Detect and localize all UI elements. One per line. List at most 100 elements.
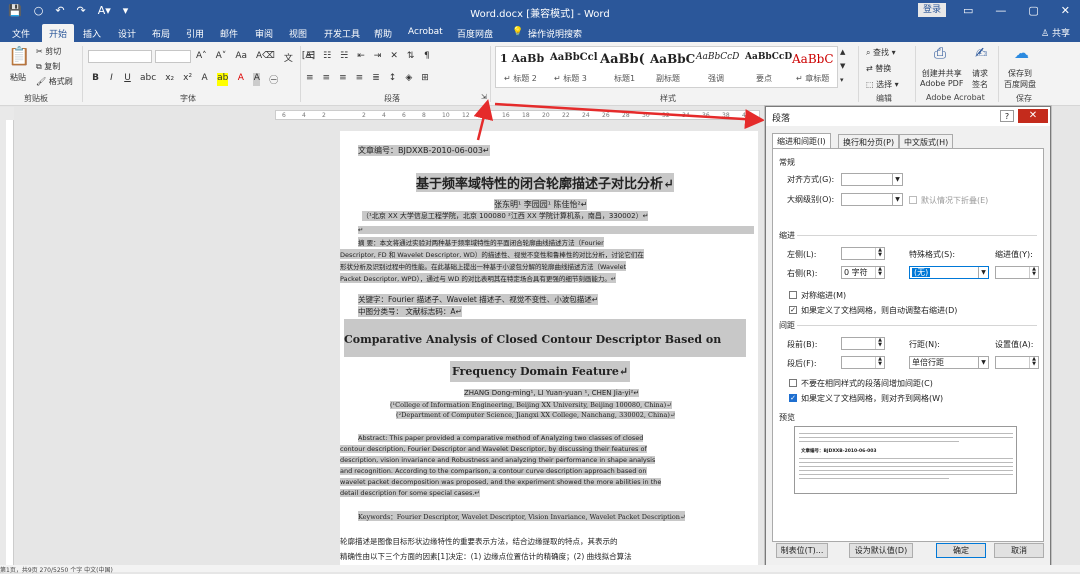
paste-icon[interactable]: 📋	[8, 46, 30, 67]
alignment-select[interactable]: ▼	[841, 173, 903, 186]
replace-button[interactable]: ⇄ 替换	[866, 63, 891, 74]
tab-home[interactable]: 开始	[42, 24, 75, 42]
highlight-icon[interactable]: ab	[217, 73, 229, 86]
request-sign-icon[interactable]: ✍	[975, 44, 988, 62]
auto-adjust-checkbox[interactable]: ✓	[789, 306, 797, 314]
spacing-at-input[interactable]: ▲ ▼	[995, 356, 1039, 369]
enclose-char-icon[interactable]: ㊀	[269, 73, 278, 86]
dialog-close-icon[interactable]: ✕	[1018, 109, 1048, 123]
indent-value-input[interactable]: ▲ ▼	[995, 266, 1039, 279]
document-page[interactable]: 文章编号：BJDXXB-2010-06-003↵ 基于频率域特性的闭合轮廓描述子…	[340, 131, 758, 571]
show-marks-icon[interactable]: ¶	[423, 51, 430, 61]
style-sample-emphasis[interactable]: AaBbCcD	[696, 52, 739, 62]
ok-button[interactable]: 确定	[936, 543, 986, 558]
special-format-select[interactable]: (无) ▼	[909, 266, 989, 279]
clear-format-icon[interactable]: A⌫	[256, 51, 275, 64]
distribute-icon[interactable]: ≣	[372, 73, 380, 83]
change-case-icon[interactable]: Aa	[235, 51, 247, 64]
login-button[interactable]: 登录	[918, 3, 946, 17]
right-indent-input[interactable]: 0 字符 ▲ ▼	[841, 266, 885, 279]
paragraph-launcher-icon[interactable]: ⇲	[481, 93, 487, 101]
create-pdf-button[interactable]: 创建并共享 Adobe PDF	[920, 68, 963, 88]
justify-icon[interactable]: ≡	[356, 73, 364, 83]
cancel-button[interactable]: 取消	[994, 543, 1044, 558]
font-size-input[interactable]	[155, 50, 191, 63]
line-spacing-icon[interactable]: ↕	[389, 73, 397, 83]
tab-insert[interactable]: 插入	[83, 27, 101, 40]
format-painter-button[interactable]: 🖌 格式刷	[36, 76, 73, 87]
spinner-icon[interactable]: ▲ ▼	[875, 248, 884, 259]
collapse-default-checkbox[interactable]	[909, 196, 917, 204]
tab-mailings[interactable]: 邮件	[220, 27, 238, 40]
grow-font-icon[interactable]: A˄	[196, 51, 207, 64]
mirror-indent-checkbox[interactable]	[789, 291, 797, 299]
styles-scroll-down-icon[interactable]: ▼	[840, 62, 845, 70]
tab-design[interactable]: 设计	[118, 27, 136, 40]
align-right-icon[interactable]: ≡	[339, 73, 347, 83]
chinese-layout-icon[interactable]: ✕	[390, 51, 398, 61]
tab-references[interactable]: 引用	[186, 27, 204, 40]
align-left-icon[interactable]: ≡	[306, 73, 314, 83]
subscript-icon[interactable]: x₂	[165, 73, 174, 86]
tab-help[interactable]: 帮助	[374, 27, 392, 40]
style-sample-subtitle[interactable]: AaBbC	[650, 52, 695, 66]
borders-icon[interactable]: ⊞	[421, 73, 429, 83]
phonetic-icon[interactable]: 文	[284, 51, 293, 64]
ribbon-display-icon[interactable]: ▭	[963, 4, 973, 17]
help-icon[interactable]: ?	[1000, 110, 1014, 122]
spinner-icon[interactable]: ▲ ▼	[875, 357, 884, 368]
line-spacing-select[interactable]: 单倍行距 ▼	[909, 356, 989, 369]
tab-developer[interactable]: 开发工具	[324, 27, 360, 40]
spinner-icon[interactable]: ▲ ▼	[1029, 267, 1038, 278]
set-default-button[interactable]: 设为默认值(D)	[849, 543, 913, 558]
tab-file[interactable]: 文件	[12, 27, 30, 40]
copy-button[interactable]: ⧉ 复制	[36, 61, 60, 72]
shrink-font-icon[interactable]: A˅	[216, 51, 227, 64]
left-indent-input[interactable]: ▲ ▼	[841, 247, 885, 260]
tab-acrobat[interactable]: Acrobat	[408, 27, 443, 37]
minimize-icon[interactable]: —	[995, 4, 1006, 17]
align-center-icon[interactable]: ≡	[323, 73, 331, 83]
find-button[interactable]: ⌕ 查找 ▾	[866, 47, 896, 58]
horizontal-ruler[interactable]: 6 4 2 2 4 6 8 10 12 14 16 18 20 22 24 26 28 30 32 34 36 38 40	[275, 110, 760, 120]
text-effects-icon[interactable]: A	[201, 73, 208, 86]
bold-icon[interactable]: B	[92, 73, 99, 86]
spinner-icon[interactable]: ▲ ▼	[875, 338, 884, 349]
space-before-input[interactable]: ▲ ▼	[841, 337, 885, 350]
shading-icon[interactable]: ◈	[405, 73, 412, 83]
create-pdf-icon[interactable]: ⎙	[934, 44, 946, 62]
select-button[interactable]: ⬚ 选择 ▾	[866, 79, 899, 90]
font-name-input[interactable]	[88, 50, 152, 63]
style-sample-heading2[interactable]: 1 AaBb	[500, 52, 544, 65]
increase-indent-icon[interactable]: ⇥	[374, 51, 382, 61]
close-icon[interactable]: ✕	[1061, 4, 1070, 17]
cut-button[interactable]: ✂ 剪切	[36, 46, 61, 57]
baidu-cloud-icon[interactable]: ☁	[1014, 44, 1029, 62]
no-space-same-style-checkbox[interactable]	[789, 379, 797, 387]
paste-button[interactable]: 粘贴	[10, 72, 26, 83]
style-sample-key[interactable]: AaBbCcD	[745, 52, 792, 62]
save-baidu-button[interactable]: 保存到 百度网盘	[1004, 68, 1036, 90]
spinner-icon[interactable]: ▲ ▼	[875, 267, 884, 278]
request-sign-button[interactable]: 请求 签名	[972, 68, 988, 90]
tabs-button[interactable]: 制表位(T)...	[776, 543, 828, 558]
styles-more-icon[interactable]: ▾	[840, 76, 844, 84]
char-shading-icon[interactable]: A	[253, 73, 261, 86]
tell-me-search[interactable]: 操作说明搜索	[528, 27, 582, 40]
style-sample-heading3[interactable]: AaBbCcl	[550, 52, 598, 63]
numbering-icon[interactable]: ☷	[323, 51, 331, 61]
style-sample-heading1[interactable]: AaBb(	[600, 52, 645, 67]
styles-scroll-up-icon[interactable]: ▲	[840, 48, 845, 56]
multilevel-icon[interactable]: ☵	[340, 51, 348, 61]
spinner-icon[interactable]: ▲ ▼	[1029, 357, 1038, 368]
tab-asian-typography[interactable]: 中文版式(H)	[899, 134, 954, 148]
sort-icon[interactable]: ⇅	[407, 51, 415, 61]
italic-icon[interactable]: I	[108, 73, 115, 86]
vertical-ruler[interactable]	[6, 120, 14, 565]
tab-line-page-breaks[interactable]: 换行和分页(P)	[838, 134, 900, 148]
share-button[interactable]: ♙ 共享	[1041, 26, 1070, 39]
style-sample-chapter[interactable]: AaBbC	[792, 52, 834, 66]
tab-view[interactable]: 视图	[289, 27, 307, 40]
decrease-indent-icon[interactable]: ⇤	[357, 51, 365, 61]
tab-layout[interactable]: 布局	[152, 27, 170, 40]
